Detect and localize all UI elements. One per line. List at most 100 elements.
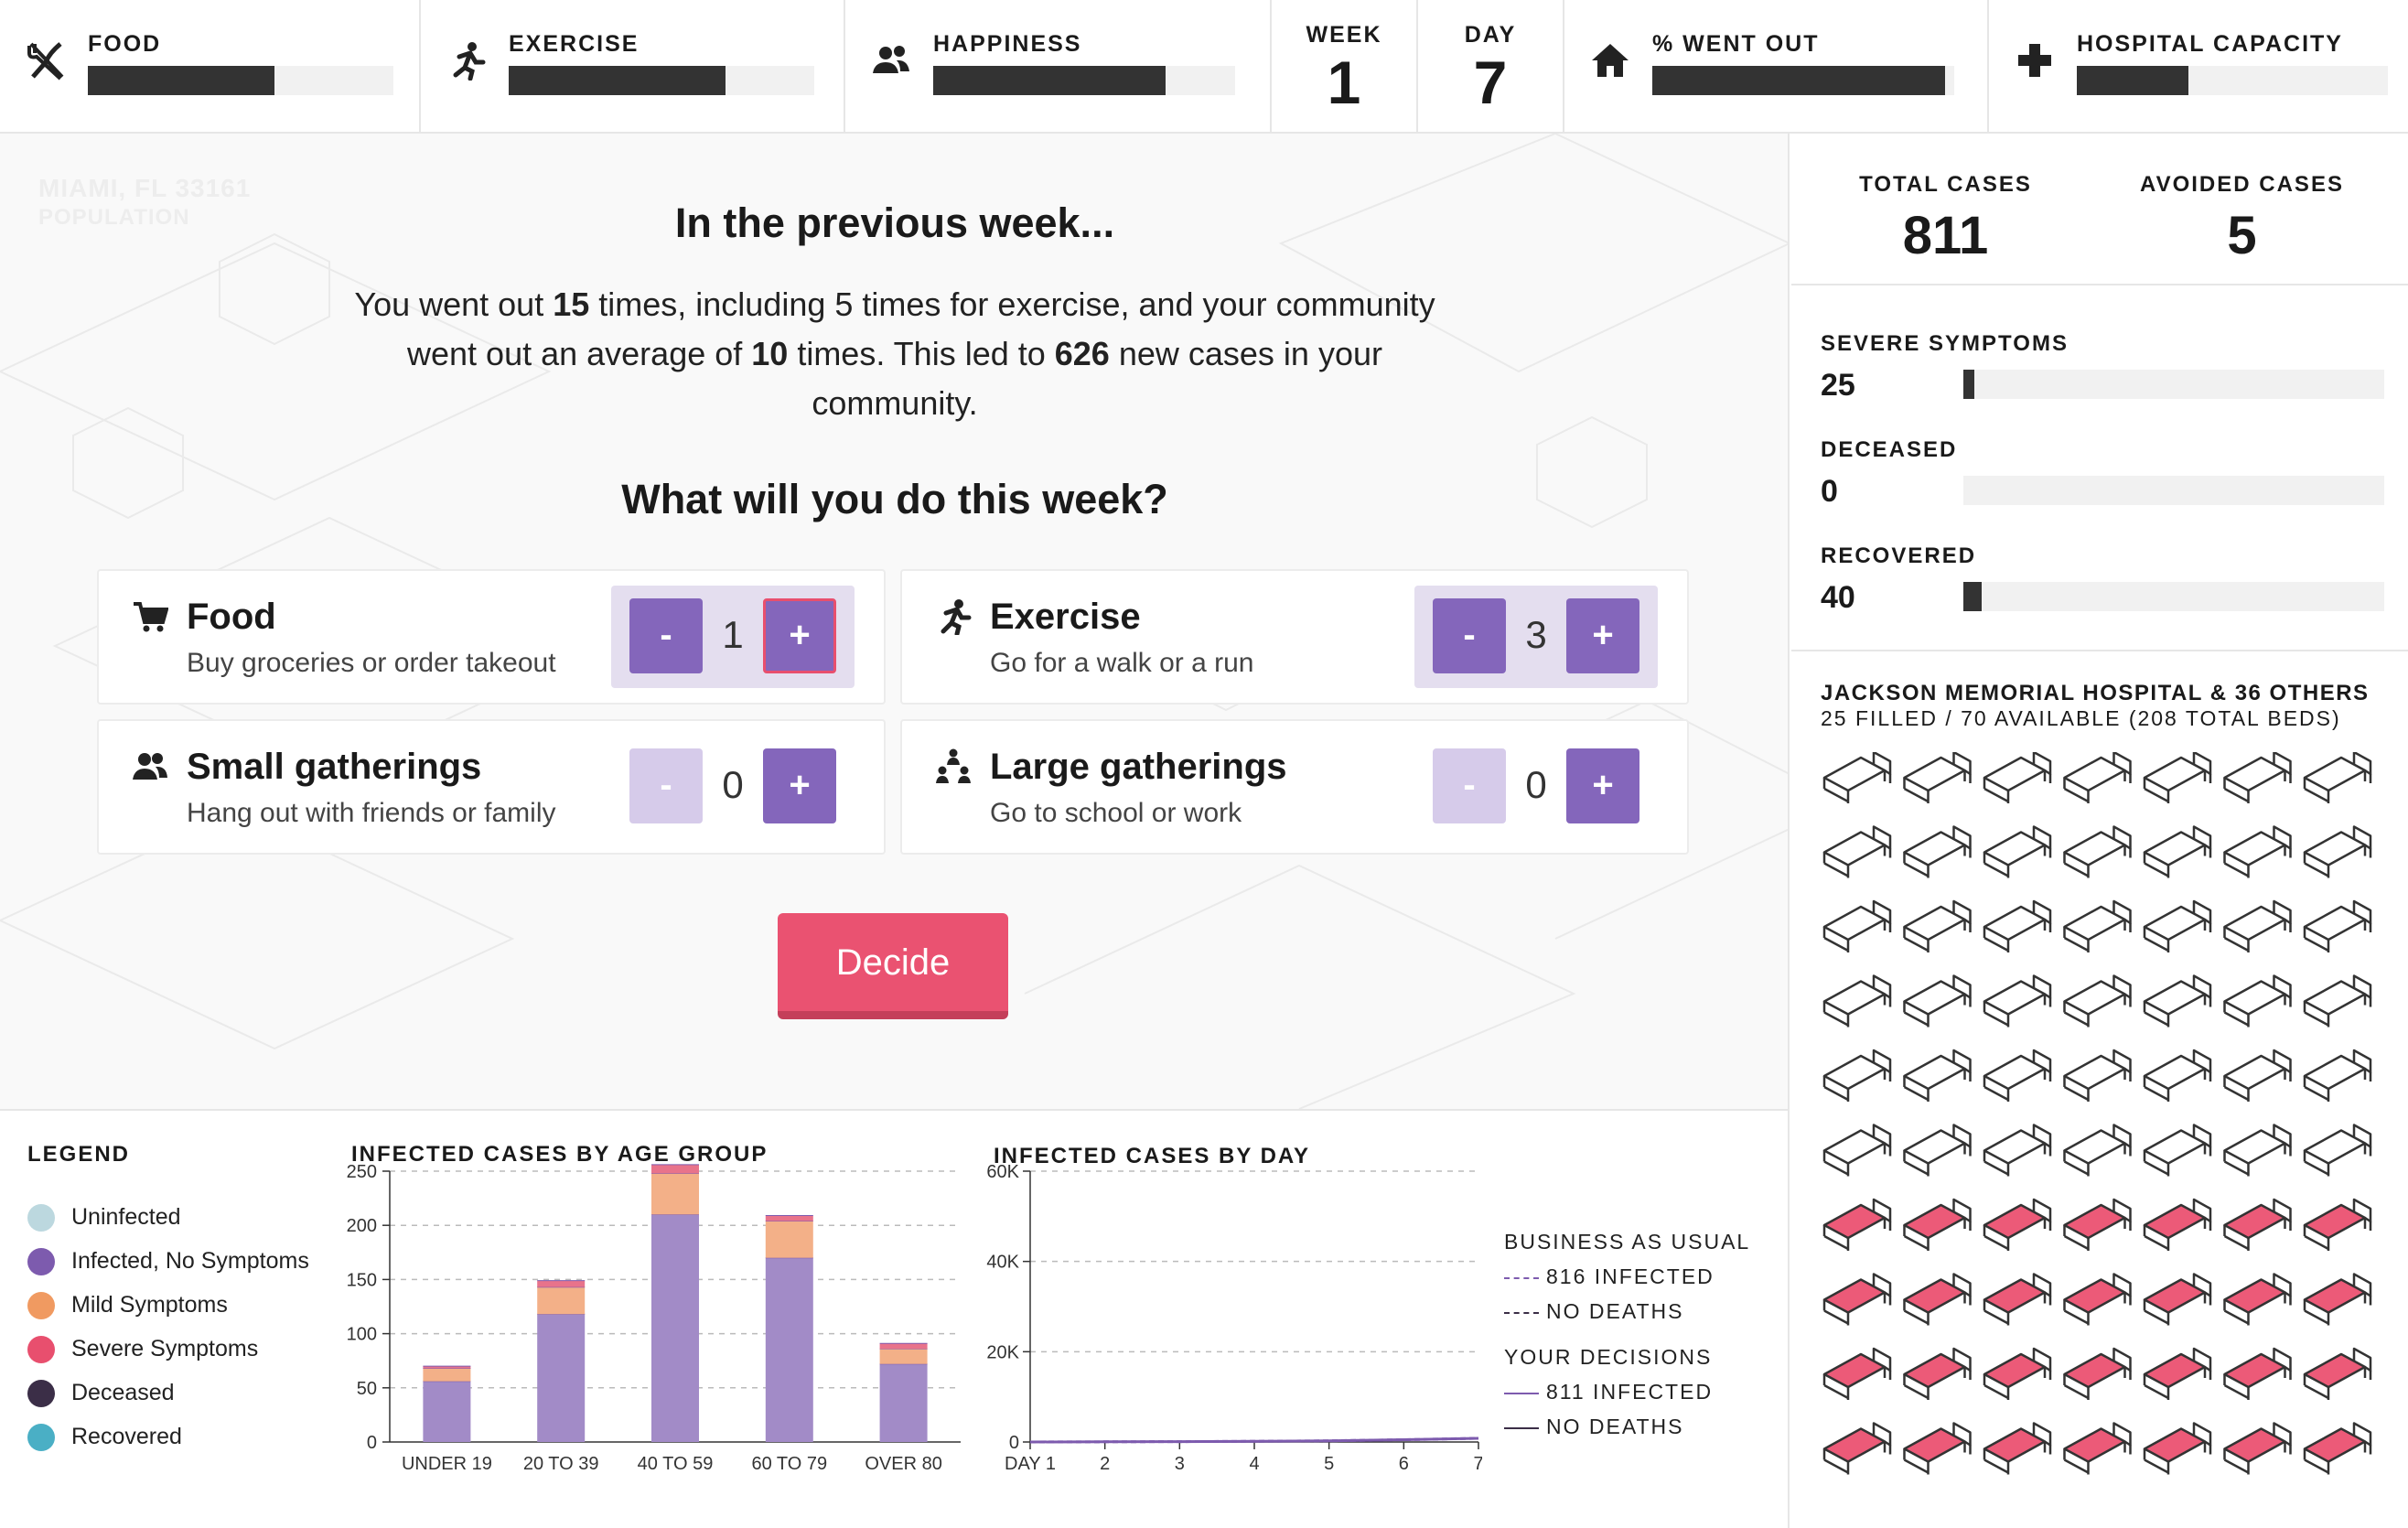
total-cases-label: TOTAL CASES xyxy=(1859,172,2032,197)
recovered-label: RECOVERED xyxy=(1821,543,1977,568)
community-average: 10 xyxy=(751,335,789,372)
occupied-bed-icon xyxy=(1983,1347,2052,1400)
empty-bed-icon xyxy=(2303,1124,2372,1177)
bed-mattress xyxy=(2063,1129,2126,1165)
bed-mattress xyxy=(1822,1427,1887,1463)
bau-legend-title: BUSINESS AS USUAL xyxy=(1504,1230,1751,1254)
exercise-bar-fill xyxy=(509,66,726,95)
bed-mattress xyxy=(2223,1054,2286,1091)
x-tick-label: 3 xyxy=(1175,1454,1185,1474)
exercise-title: Exercise xyxy=(990,597,1141,637)
utensils-icon xyxy=(27,42,64,81)
day-label: DAY xyxy=(1464,22,1517,48)
bar-segment xyxy=(765,1221,813,1258)
empty-bed-icon xyxy=(2063,1124,2132,1177)
bed-mattress xyxy=(2223,1427,2286,1463)
went-out-label: % WENT OUT xyxy=(1652,31,1820,57)
empty-bed-icon xyxy=(1822,974,1892,1028)
divider xyxy=(1791,284,2408,285)
occupied-bed-icon xyxy=(1822,1273,1892,1326)
occupied-bed-icon xyxy=(2303,1273,2372,1326)
x-tick-label: 20 TO 39 xyxy=(523,1454,599,1474)
hospital-bed-grid xyxy=(1822,752,2372,1475)
empty-bed-icon xyxy=(1903,1124,1972,1177)
occupied-bed-icon xyxy=(2303,1198,2372,1251)
empty-bed-icon xyxy=(2063,974,2132,1028)
y-tick-label: 200 xyxy=(347,1216,377,1236)
home-icon xyxy=(1592,44,1629,77)
food-decrement-button[interactable]: - xyxy=(629,598,703,673)
x-tick-label: 60 TO 79 xyxy=(751,1454,827,1474)
bed-mattress xyxy=(1983,1203,2047,1240)
x-tick-label: OVER 80 xyxy=(865,1454,941,1474)
bed-mattress xyxy=(2303,1129,2367,1165)
food-increment-button[interactable]: + xyxy=(763,598,836,673)
bar-segment xyxy=(765,1215,813,1221)
bar-segment xyxy=(651,1173,699,1215)
food-meter: FOOD xyxy=(0,0,421,132)
bar-segment xyxy=(537,1286,586,1315)
empty-bed-icon xyxy=(1983,1124,2052,1177)
bed-mattress xyxy=(2223,1129,2286,1165)
yd-legend-title: YOUR DECISIONS xyxy=(1504,1345,1713,1369)
day-value: 7 xyxy=(1473,48,1508,116)
hospital-beds-summary: 25 FILLED / 70 AVAILABLE (208 TOTAL BEDS… xyxy=(1821,706,2341,730)
large-gatherings-increment-button[interactable]: + xyxy=(1566,748,1639,823)
week-counter: WEEK 1 xyxy=(1272,0,1418,132)
exercise-increment-button[interactable]: + xyxy=(1566,598,1639,673)
small-gatherings-increment-button[interactable]: + xyxy=(763,748,836,823)
occupied-bed-icon xyxy=(2223,1422,2292,1475)
legend-swatch xyxy=(27,1204,55,1232)
empty-bed-icon xyxy=(2143,1124,2212,1177)
happiness-label: HAPPINESS xyxy=(933,31,1082,57)
bar-segment xyxy=(651,1164,699,1174)
bed-mattress xyxy=(1983,1352,2047,1389)
people-icon xyxy=(873,46,909,73)
day-counter: DAY 7 xyxy=(1418,0,1564,132)
empty-bed-icon xyxy=(2303,974,2372,1028)
bed-mattress xyxy=(2303,1427,2367,1463)
empty-bed-icon xyxy=(1903,974,1972,1028)
legend-swatch xyxy=(27,1380,55,1407)
occupied-bed-icon xyxy=(2303,1347,2372,1400)
bed-mattress xyxy=(1903,905,1966,942)
empty-bed-icon xyxy=(1983,825,2052,878)
empty-bed-icon xyxy=(2063,825,2132,878)
bed-mattress xyxy=(2143,756,2207,792)
avoided-cases-label: AVOIDED CASES xyxy=(2140,172,2344,197)
bed-mattress xyxy=(1983,1129,2047,1165)
hospital-capacity-bar xyxy=(2077,66,2388,95)
bed-mattress xyxy=(1903,1278,1966,1314)
cases-by-day-line-chart: 0 20K 40K 60K DAY 1 2 3 4 5 6 7 xyxy=(986,1162,1482,1474)
exercise-decrement-button[interactable]: - xyxy=(1433,598,1506,673)
bar-segment xyxy=(651,1214,699,1442)
deceased-stat: DECEASED 0 xyxy=(1821,437,2388,529)
x-tick-label: DAY 1 xyxy=(1005,1454,1056,1474)
y-tick-label: 250 xyxy=(347,1162,377,1182)
legend-label: Uninfected xyxy=(71,1204,181,1230)
yd-legend-infected: 811 INFECTED xyxy=(1504,1380,1713,1404)
bed-mattress xyxy=(1822,980,1887,1016)
previous-week-summary: You went out 15 times, including 5 times… xyxy=(354,285,1435,422)
bed-mattress xyxy=(2143,980,2207,1016)
bed-mattress xyxy=(1822,756,1887,792)
food-label: FOOD xyxy=(88,31,162,57)
bed-mattress xyxy=(1983,1054,2047,1091)
bed-mattress xyxy=(2143,1203,2207,1240)
empty-bed-icon xyxy=(2063,899,2132,952)
small-gatherings-decrement-button[interactable]: - xyxy=(629,748,703,823)
bed-mattress xyxy=(1903,756,1966,792)
occupied-bed-icon xyxy=(1903,1422,1972,1475)
bed-mattress xyxy=(2303,1054,2367,1091)
bed-mattress xyxy=(1903,1054,1966,1091)
bar-segment xyxy=(537,1314,586,1442)
decide-button[interactable]: Decide xyxy=(778,913,1008,1019)
bed-mattress xyxy=(1983,831,2047,866)
bed-mattress xyxy=(2223,980,2286,1016)
food-bar-fill xyxy=(88,66,274,95)
legend-label: Infected, No Symptoms xyxy=(71,1248,309,1274)
legend-swatch xyxy=(27,1336,55,1363)
bed-mattress xyxy=(2303,756,2367,792)
large-gatherings-decrement-button[interactable]: - xyxy=(1433,748,1506,823)
occupied-bed-icon xyxy=(1903,1347,1972,1400)
